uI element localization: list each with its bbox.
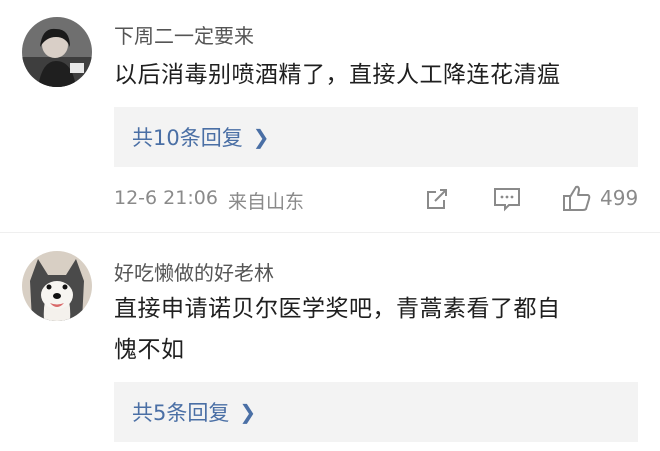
username[interactable]: 下周二一定要来 xyxy=(114,20,254,49)
like-count: 499 xyxy=(600,186,639,210)
share-icon[interactable] xyxy=(424,186,450,212)
view-replies-button[interactable]: 共10条回复 ❯ xyxy=(114,107,638,167)
view-replies-button[interactable]: 共5条回复 ❯ xyxy=(114,382,638,442)
chevron-right-icon: ❯ xyxy=(252,125,270,149)
replies-label: 共5条回复 xyxy=(132,401,230,425)
thumbs-up-icon[interactable] xyxy=(562,184,592,212)
timestamp: 12-6 21:06 xyxy=(114,187,218,209)
username[interactable]: 好吃懒做的好老林 xyxy=(114,257,274,286)
replies-label: 共10条回复 xyxy=(132,126,243,150)
comment-text: 以后消毒别喷酒精了，直接人工降连花清瘟 xyxy=(114,62,561,88)
avatar[interactable] xyxy=(22,251,92,321)
avatar[interactable] xyxy=(22,17,92,87)
person-photo-avatar-icon xyxy=(22,17,92,87)
comment-icon[interactable] xyxy=(493,186,521,212)
husky-dog-avatar-icon xyxy=(22,251,92,321)
comment-divider xyxy=(0,232,660,233)
chevron-right-icon: ❯ xyxy=(239,400,257,424)
source-location: 来自山东 xyxy=(228,191,305,213)
comment-text-line-2: 愧不如 xyxy=(114,337,185,363)
comment-text-line-1: 直接申请诺贝尔医学奖吧，青蒿素看了都自 xyxy=(114,296,561,322)
